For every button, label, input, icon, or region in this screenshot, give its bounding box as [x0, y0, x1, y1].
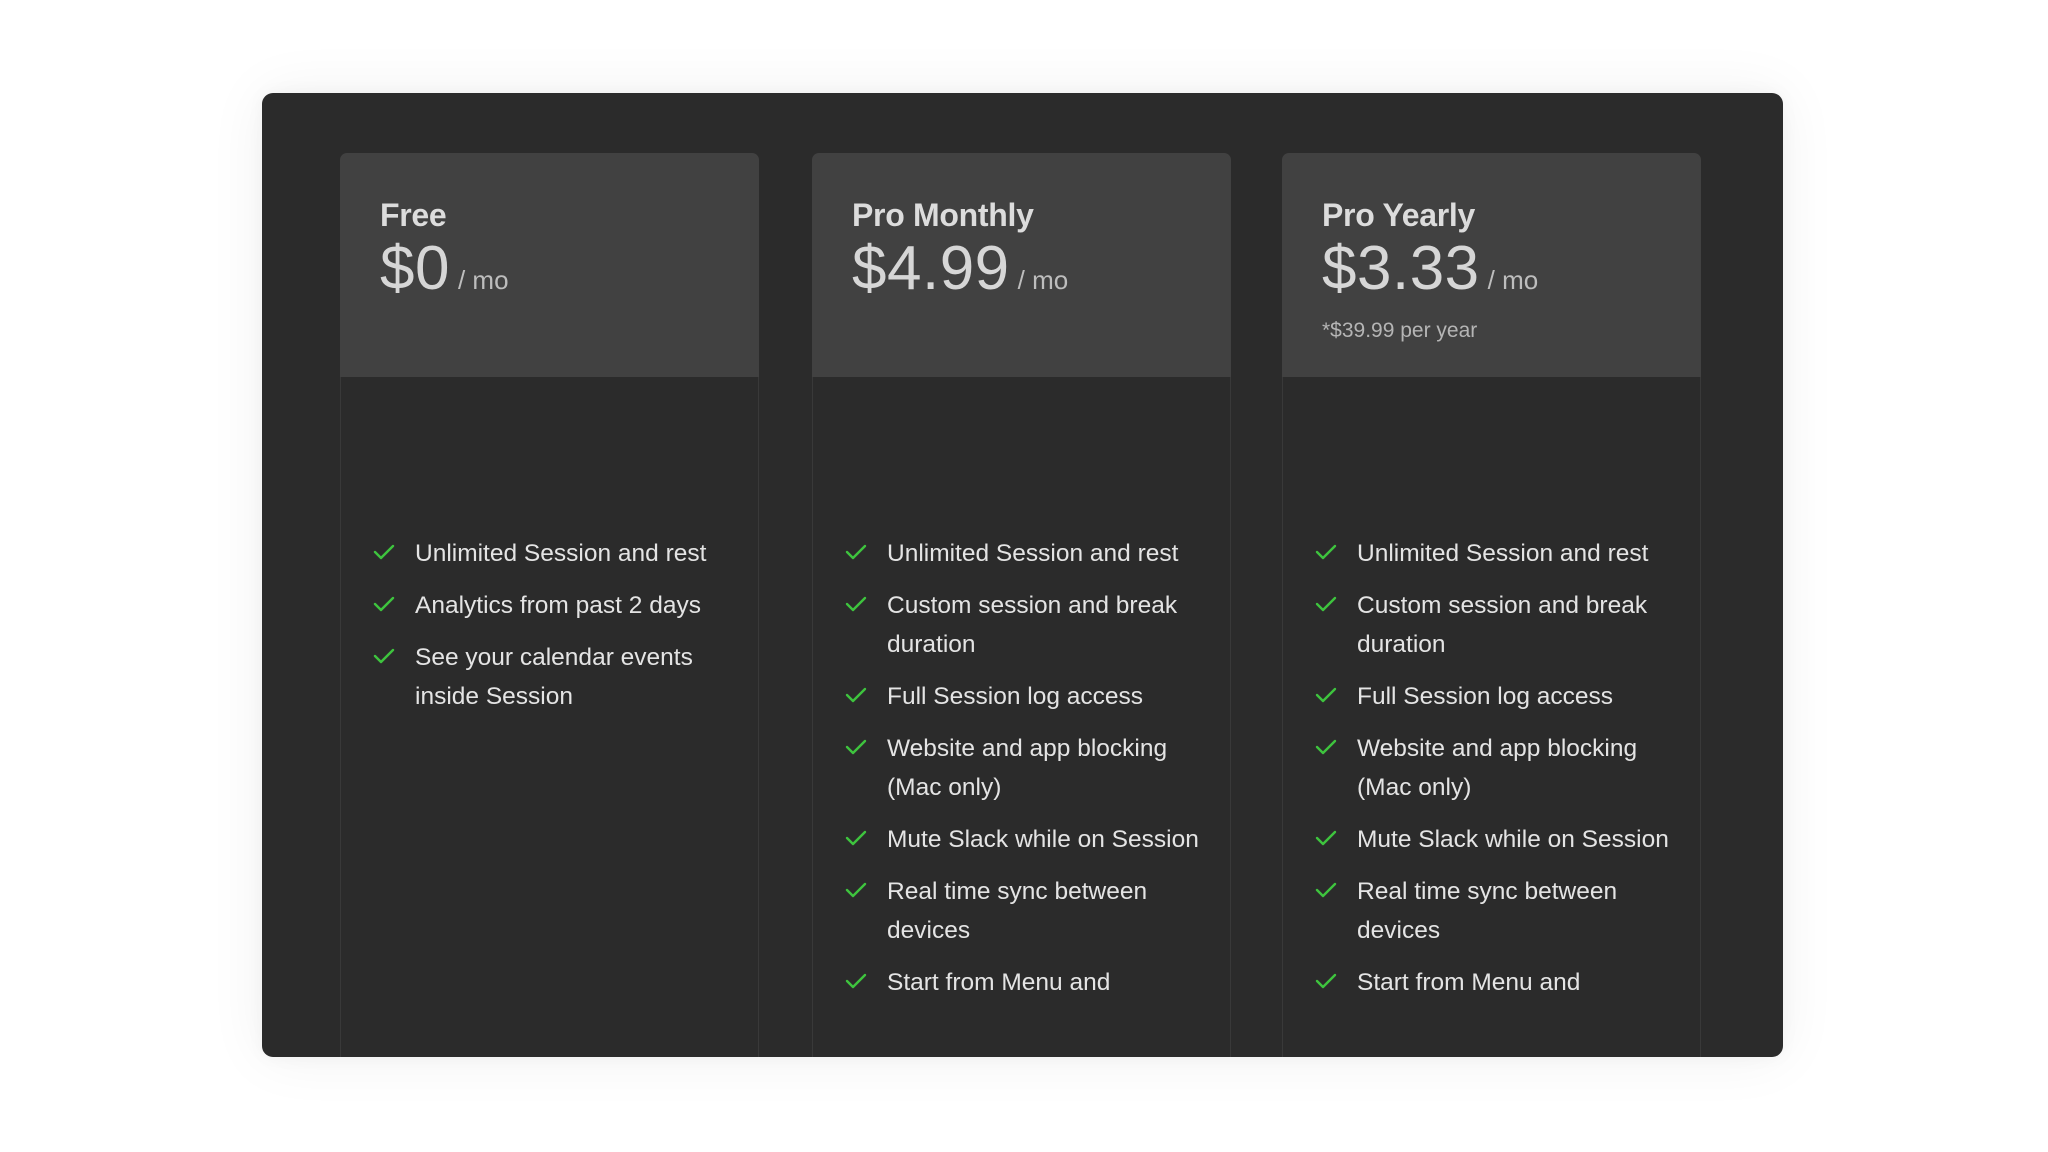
- feature-text: Website and app blocking (Mac only): [1357, 735, 1638, 801]
- checkmark-icon: [1315, 882, 1337, 898]
- plan-card-pro-monthly[interactable]: Pro Monthly $4.99/ mo Unlimited Session …: [812, 153, 1231, 1057]
- checkmark-icon: [1315, 973, 1337, 989]
- feature-item: Start from Menu and: [845, 963, 1210, 1002]
- feature-list: Unlimited Session and rest Custom session…: [1315, 534, 1680, 1015]
- pricing-window: Free $0/ mo Unlimited Session and rest An…: [262, 93, 1783, 1057]
- plan-header: Pro Yearly $3.33/ mo *$39.99 per year: [1282, 153, 1701, 377]
- checkmark-icon: [1315, 596, 1337, 612]
- feature-item: Full Session log access: [1315, 677, 1680, 716]
- feature-text: Full Session log access: [1357, 683, 1614, 710]
- feature-item: Mute Slack while on Session: [845, 820, 1210, 859]
- plan-body: Unlimited Session and rest Custom session…: [1282, 377, 1701, 1057]
- feature-item: Real time sync between devices: [1315, 872, 1680, 950]
- checkmark-icon: [845, 973, 867, 989]
- plan-name: Pro Monthly: [852, 197, 1034, 233]
- plan-header: Pro Monthly $4.99/ mo: [812, 153, 1231, 377]
- plan-body: Unlimited Session and rest Custom session…: [812, 377, 1231, 1057]
- checkmark-icon: [1315, 687, 1337, 703]
- plan-name: Pro Yearly: [1322, 197, 1475, 233]
- plan-price: $3.33: [1322, 234, 1480, 303]
- feature-item: Website and app blocking (Mac only): [845, 729, 1210, 807]
- feature-list: Unlimited Session and rest Analytics from…: [373, 534, 738, 729]
- price-row: $0/ mo: [380, 237, 759, 317]
- feature-item: Analytics from past 2 days: [373, 586, 738, 625]
- checkmark-icon: [845, 596, 867, 612]
- feature-text: Real time sync between devices: [1357, 878, 1618, 944]
- checkmark-icon: [845, 739, 867, 755]
- feature-item: Custom session and break duration: [1315, 586, 1680, 664]
- feature-text: Start from Menu and: [1357, 969, 1581, 996]
- feature-text: Real time sync between devices: [887, 878, 1148, 944]
- feature-text: Unlimited Session and rest: [887, 540, 1179, 567]
- checkmark-icon: [845, 687, 867, 703]
- plan-name: Free: [380, 197, 447, 233]
- checkmark-icon: [845, 882, 867, 898]
- checkmark-icon: [1315, 544, 1337, 560]
- plan-header: Free $0/ mo: [340, 153, 759, 377]
- feature-item: Unlimited Session and rest: [1315, 534, 1680, 573]
- feature-text: Custom session and break duration: [887, 592, 1178, 658]
- checkmark-icon: [1315, 830, 1337, 846]
- feature-text: Mute Slack while on Session: [1357, 826, 1669, 853]
- plan-period: / mo: [1487, 265, 1539, 295]
- feature-item: Real time sync between devices: [845, 872, 1210, 950]
- checkmark-icon: [373, 544, 395, 560]
- price-row: $4.99/ mo: [852, 237, 1231, 317]
- plan-period: / mo: [1017, 265, 1069, 295]
- feature-item: Mute Slack while on Session: [1315, 820, 1680, 859]
- feature-text: Custom session and break duration: [1357, 592, 1648, 658]
- feature-text: Analytics from past 2 days: [415, 592, 701, 619]
- feature-item: Website and app blocking (Mac only): [1315, 729, 1680, 807]
- plan-price: $4.99: [852, 234, 1010, 303]
- plan-card-free[interactable]: Free $0/ mo Unlimited Session and rest An…: [340, 153, 759, 1057]
- feature-text: Unlimited Session and rest: [415, 540, 707, 567]
- feature-item: Full Session log access: [845, 677, 1210, 716]
- checkmark-icon: [373, 648, 395, 664]
- plan-period: / mo: [457, 265, 509, 295]
- checkmark-icon: [845, 830, 867, 846]
- checkmark-icon: [373, 596, 395, 612]
- feature-item: Unlimited Session and rest: [373, 534, 738, 573]
- feature-text: Unlimited Session and rest: [1357, 540, 1649, 567]
- plan-body: Unlimited Session and rest Analytics from…: [340, 377, 759, 1057]
- feature-text: Start from Menu and: [887, 969, 1111, 996]
- feature-text: See your calendar events inside Session: [415, 644, 693, 710]
- checkmark-icon: [845, 544, 867, 560]
- yearly-price-footnote: *$39.99 per year: [1322, 319, 1478, 342]
- plan-price: $0: [380, 234, 450, 303]
- feature-text: Website and app blocking (Mac only): [887, 735, 1168, 801]
- feature-item: Start from Menu and: [1315, 963, 1680, 1002]
- feature-item: Unlimited Session and rest: [845, 534, 1210, 573]
- feature-item: Custom session and break duration: [845, 586, 1210, 664]
- checkmark-icon: [1315, 739, 1337, 755]
- feature-list: Unlimited Session and rest Custom session…: [845, 534, 1210, 1015]
- plan-card-pro-yearly[interactable]: Pro Yearly $3.33/ mo *$39.99 per year Un…: [1282, 153, 1701, 1057]
- price-row: $3.33/ mo: [1322, 237, 1701, 317]
- feature-item: See your calendar events inside Session: [373, 638, 738, 716]
- feature-text: Mute Slack while on Session: [887, 826, 1199, 853]
- feature-text: Full Session log access: [887, 683, 1144, 710]
